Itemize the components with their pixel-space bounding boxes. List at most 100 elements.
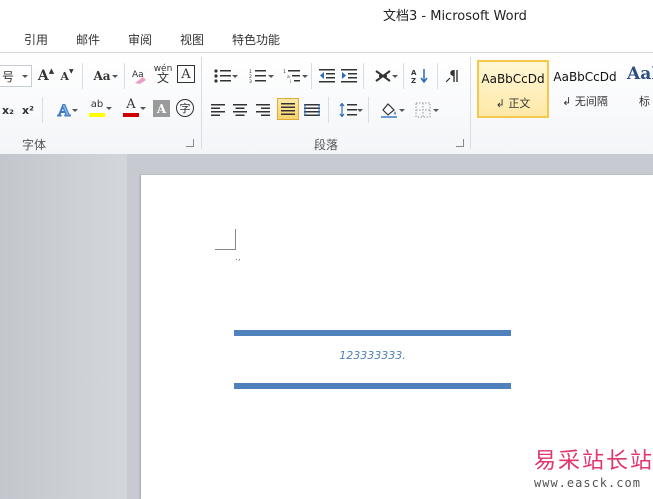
divider xyxy=(328,97,329,123)
justify-icon xyxy=(281,103,295,115)
character-shading-icon: A xyxy=(156,101,167,116)
paragraph-mark: ., xyxy=(235,253,241,263)
shading-button[interactable] xyxy=(374,99,405,121)
grow-font-button[interactable]: A ▲ xyxy=(36,65,56,87)
chevron-down-icon xyxy=(22,75,28,78)
clear-formatting-icon: Aa xyxy=(132,70,146,84)
paragraph-mark-icon xyxy=(446,70,458,83)
subscript-button[interactable]: x₂ xyxy=(0,99,16,121)
font-color-button[interactable]: A xyxy=(116,97,146,119)
shrink-font-icon: A xyxy=(60,69,69,83)
decrease-indent-button[interactable] xyxy=(317,65,337,87)
up-caret-icon: ▲ xyxy=(48,65,55,75)
distributed-icon xyxy=(304,104,320,116)
svg-text:1: 1 xyxy=(283,69,286,75)
numbering-button[interactable]: 123 xyxy=(243,65,274,87)
style-heading[interactable]: AaI 标 xyxy=(622,59,653,117)
down-caret-icon: ▼ xyxy=(68,67,74,75)
tab-mailings[interactable]: 邮件 xyxy=(76,31,100,48)
chevron-down-icon xyxy=(106,107,112,110)
font-size-combo[interactable]: 号 xyxy=(0,65,32,87)
character-border-icon: A xyxy=(181,66,191,82)
align-center-button[interactable] xyxy=(231,99,249,121)
text-effect-button[interactable]: A xyxy=(50,99,78,121)
chinese-layout-button[interactable] xyxy=(369,65,398,87)
chevron-down-icon xyxy=(232,75,238,78)
watermark-url: www.easck.com xyxy=(534,476,641,490)
shrink-font-button[interactable]: A ▼ xyxy=(58,65,76,87)
title-bar: 文档3 - Microsoft Word xyxy=(0,0,653,27)
divider xyxy=(124,63,125,89)
line-spacing-button[interactable] xyxy=(334,99,363,121)
line-spacing-icon xyxy=(339,103,357,117)
svg-text:Z: Z xyxy=(411,77,416,84)
style-name: ↲ 正文 xyxy=(495,97,531,110)
clear-formatting-button[interactable]: Aa xyxy=(130,65,150,87)
group-divider xyxy=(201,57,202,149)
paragraph-group-label: 段落 xyxy=(314,138,339,152)
subscript-icon: x₂ xyxy=(2,103,14,117)
font-color-label: A xyxy=(126,97,136,112)
highlight-color-bar xyxy=(89,112,105,117)
align-left-button[interactable] xyxy=(209,99,227,121)
group-divider xyxy=(470,57,471,149)
font-dialog-launcher-icon[interactable] xyxy=(186,139,194,147)
svg-text:A: A xyxy=(411,69,417,77)
left-margin-pane xyxy=(0,154,127,499)
page-corner-mark xyxy=(215,229,236,250)
character-border-button[interactable]: A xyxy=(177,65,195,83)
svg-text:i: i xyxy=(290,79,291,83)
divider xyxy=(42,97,43,123)
show-hide-marks-button[interactable] xyxy=(443,65,463,87)
divider xyxy=(403,63,404,89)
distributed-button[interactable] xyxy=(302,99,322,121)
tab-review[interactable]: 审阅 xyxy=(128,31,152,48)
change-case-icon: Aa xyxy=(93,69,111,83)
tab-view[interactable]: 视图 xyxy=(180,31,204,48)
character-shading-button[interactable]: A xyxy=(153,100,170,117)
paragraph-dialog-launcher-icon[interactable] xyxy=(456,139,464,147)
phonetic-guide-button[interactable]: wén 文 xyxy=(152,63,174,85)
decrease-indent-icon xyxy=(319,69,335,83)
enclose-characters-button[interactable]: 字 xyxy=(176,99,194,117)
style-name: 标 xyxy=(639,95,650,108)
ribbon-tabs: 引用 邮件 审阅 视图 特色功能 xyxy=(0,27,653,53)
bullets-button[interactable] xyxy=(209,65,238,87)
align-right-icon xyxy=(256,104,270,116)
paint-bucket-icon xyxy=(381,103,397,118)
style-no-spacing[interactable]: AaBbCcDd ↲ 无间隔 xyxy=(550,59,620,117)
change-case-button[interactable]: Aa xyxy=(88,65,118,87)
window-title: 文档3 - Microsoft Word xyxy=(383,9,527,24)
tab-references[interactable]: 引用 xyxy=(24,31,48,48)
document-text[interactable]: 123333333. xyxy=(234,349,511,362)
align-right-button[interactable] xyxy=(254,99,272,121)
font-color-bar xyxy=(123,113,139,117)
chevron-down-icon xyxy=(357,109,363,112)
superscript-icon: x² xyxy=(22,103,34,117)
style-sample: AaBbCcDd xyxy=(553,70,617,84)
tab-special-features[interactable]: 特色功能 xyxy=(232,31,280,48)
chevron-down-icon xyxy=(399,109,405,112)
style-normal[interactable]: AaBbCcDd ↲ 正文 xyxy=(477,60,549,118)
borders-button[interactable] xyxy=(408,99,439,121)
text-effect-icon: A xyxy=(57,100,71,120)
watermark-logo: 易采站长站 xyxy=(534,449,653,474)
bullets-icon xyxy=(214,69,231,83)
style-name: ↲ 无间隔 xyxy=(562,95,608,108)
enclose-characters-icon: 字 xyxy=(179,102,191,115)
borders-icon xyxy=(415,102,431,118)
multilevel-list-button[interactable]: 1ai xyxy=(277,65,308,87)
chevron-down-icon xyxy=(112,75,118,78)
superscript-button[interactable]: x² xyxy=(20,99,36,121)
highlight-label: ab xyxy=(90,98,104,110)
ribbon: 号 A ▲ A ▼ Aa Aa wén 文 A x₂ x² A ab A A 字… xyxy=(0,53,653,155)
justify-button[interactable] xyxy=(277,98,299,120)
font-group-label: 字体 xyxy=(22,138,47,152)
top-horizontal-line xyxy=(234,330,511,336)
chevron-down-icon xyxy=(140,107,146,110)
sort-button[interactable]: AZ xyxy=(409,65,431,87)
divider xyxy=(311,63,312,89)
chinese-layout-icon xyxy=(375,70,391,82)
highlight-button[interactable]: ab xyxy=(82,97,112,119)
increase-indent-button[interactable] xyxy=(339,65,359,87)
